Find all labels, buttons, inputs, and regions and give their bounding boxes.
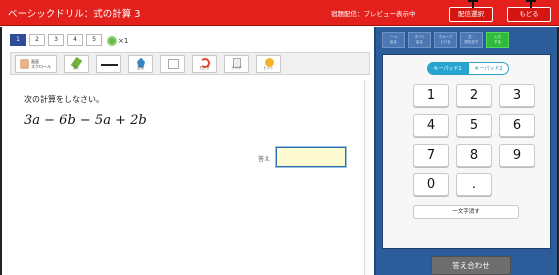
page-title: ベーシックドリル：式の計算 3 [8, 9, 141, 20]
tab-undo-one[interactable]: 一つ 戻る [382, 32, 405, 48]
line-icon [101, 63, 118, 66]
clear-button[interactable]: クリア [224, 54, 249, 73]
key-1[interactable]: 1 [413, 84, 449, 107]
undo-label: もどす [199, 65, 210, 70]
pointer-mark-icon [526, 0, 536, 8]
answer-label: 答え [258, 156, 271, 163]
key-9[interactable]: 9 [499, 144, 535, 167]
page-tab-3[interactable]: 3 [48, 34, 64, 46]
line-tool-button[interactable] [96, 54, 121, 73]
keypad-mode-1[interactable]: キーパッド1 [427, 62, 468, 75]
page-tab-5[interactable]: 5 [86, 34, 102, 46]
key-4[interactable]: 4 [413, 114, 449, 137]
pen-tool-label: 書く [73, 65, 80, 70]
delivery-select-button[interactable]: 配信選択 [449, 7, 493, 22]
key-8[interactable]: 8 [456, 144, 492, 167]
key-5[interactable]: 5 [456, 114, 492, 137]
marker-tool-button[interactable]: 塗る [128, 54, 153, 73]
hand-icon [20, 58, 29, 69]
drawing-toolbar: 画面 スクロール 書く 塗る もどす クリア ヒント [10, 52, 370, 75]
tab-undo-all[interactable]: すべて 戻る [408, 32, 431, 48]
undo-button[interactable]: もどす [192, 54, 217, 73]
app-header: ベーシックドリル：式の計算 3 宿題配信：プレビュー表示中 配信選択 もどる [0, 0, 559, 26]
keypad-area: キーパッド1 キーパッド2 1 2 3 4 5 6 7 8 9 0 . 一文字消… [382, 54, 551, 249]
vertical-scrollbar[interactable] [364, 80, 370, 275]
hint-label: ヒント [263, 65, 274, 70]
correct-count-text: ×1 [118, 36, 129, 45]
page-tab-2[interactable]: 2 [29, 34, 45, 46]
keypad-mode-toggle: キーパッド1 キーパッド2 [427, 62, 509, 75]
key-6[interactable]: 6 [499, 114, 535, 137]
tab-input[interactable]: 入力 する [486, 32, 509, 48]
pointer-mark-icon [468, 0, 478, 8]
scroll-tool-label: 画面 スクロール [31, 58, 51, 69]
gear-icon [107, 35, 117, 46]
key-decimal[interactable]: . [456, 173, 492, 196]
eraser-tool-button[interactable] [160, 54, 185, 73]
tab-ungroup[interactable]: グループ とける [434, 32, 457, 48]
hint-button[interactable]: ヒント [256, 54, 281, 73]
problem-area: 1 2 3 4 5 ×1 画面 スクロール 書く 塗る もどす クリア ヒント … [0, 27, 374, 275]
delete-char-button[interactable]: 一文字消す [413, 205, 519, 219]
keypad-mode-2[interactable]: キーパッド2 [468, 62, 509, 75]
key-7[interactable]: 7 [413, 144, 449, 167]
problem-instruction: 次の計算をしなさい。 [24, 95, 104, 104]
tab-formula-figure[interactable]: 式・ 図を記す [460, 32, 483, 48]
key-0[interactable]: 0 [413, 173, 449, 196]
back-button[interactable]: もどる [507, 7, 551, 22]
key-3[interactable]: 3 [499, 84, 535, 107]
marker-tool-label: 塗る [137, 65, 144, 70]
page-tabs: 1 2 3 4 5 ×1 [10, 34, 128, 47]
eraser-icon [168, 58, 179, 69]
key-2[interactable]: 2 [456, 84, 492, 107]
pen-tool-button[interactable]: 書く [64, 54, 89, 73]
scroll-tool-button[interactable]: 画面 スクロール [15, 54, 57, 73]
answer-input[interactable] [276, 147, 346, 167]
keypad-panel: 一つ 戻る すべて 戻る グループ とける 式・ 図を記す 入力 する キーパッ… [374, 27, 559, 275]
math-expression: 3a − 6b − 5a + 2b [24, 113, 147, 128]
clear-label: クリア [231, 65, 242, 70]
page-tab-4[interactable]: 4 [67, 34, 83, 46]
correct-count: ×1 [107, 34, 128, 47]
delivery-status-text: 宿題配信：プレビュー表示中 [331, 10, 416, 18]
panel-tabs: 一つ 戻る すべて 戻る グループ とける 式・ 図を記す 入力 する [382, 32, 509, 48]
page-tab-1[interactable]: 1 [10, 34, 26, 46]
check-answer-button[interactable]: 答え合わせ [431, 256, 511, 275]
